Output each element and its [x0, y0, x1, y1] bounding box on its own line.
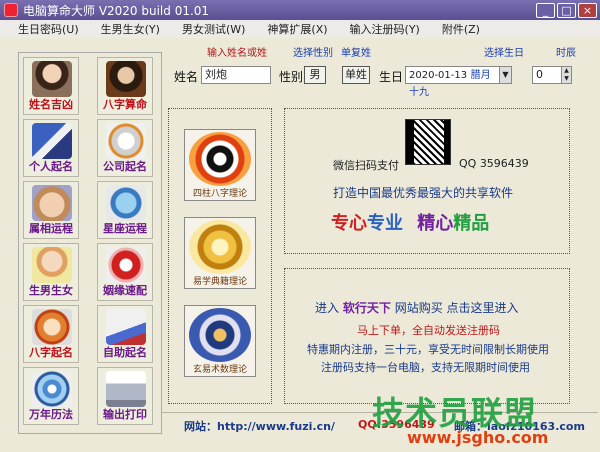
slogan: 打造中国最优秀最强大的共享软件 [333, 186, 514, 200]
cat-icon [32, 185, 72, 221]
book-pen-icon [32, 123, 72, 159]
print-output-button[interactable]: 输出打印 [97, 367, 153, 425]
function-panel: 姓名吉凶 八字算命 个人起名 公司起名 属相运程 星座运程 生男生女 姻缘速配 … [18, 52, 162, 434]
shop-brand: 软行天下 [342, 301, 391, 315]
spinner-arrows-icon[interactable]: ▲ ▼ [561, 67, 571, 83]
birthday-label: 生日 [379, 70, 404, 84]
footer-site[interactable]: 网站：http://www.fuzi.cn/ [184, 418, 335, 434]
tagline: 专心专业 精心精品 [331, 209, 489, 235]
menu-boy-girl[interactable]: 生男生女(Y) [101, 21, 160, 37]
hour-spinner[interactable]: 0 ▲ ▼ [532, 66, 572, 84]
boy-girl-button[interactable]: 生男生女 [23, 243, 79, 301]
surname-hint: 单复姓 [341, 48, 371, 59]
book-frame: 四柱八字理论 易学典籍理论 玄易术数理论 [168, 108, 272, 404]
hour-hint: 时辰 [556, 48, 576, 59]
maximize-button[interactable]: □ [557, 2, 576, 18]
menu-attachments[interactable]: 附件(Z) [442, 21, 480, 37]
birthday-picker[interactable]: 2020-01-13 腊月十九 ▼ [405, 66, 512, 98]
hour-value: 0 [536, 68, 543, 81]
self-naming-button[interactable]: 自助起名 [97, 305, 153, 363]
document-icon [106, 309, 146, 345]
horoscope-fortune-button[interactable]: 星座运程 [97, 181, 153, 239]
surname-type-button[interactable]: 单姓 [342, 66, 370, 84]
baby-icon [32, 247, 72, 283]
name-label: 姓名 [174, 70, 199, 84]
tagline-part-4: 精品 [453, 213, 490, 234]
woman-portrait-icon [32, 61, 72, 97]
birthday-hint: 选择生日 [484, 48, 524, 59]
yin-yang-moon-icon [189, 308, 251, 362]
shop-line-4: 注册码支持一台电脑，支持无限期时间使用 [321, 361, 530, 374]
menu-register[interactable]: 输入注册码(Y) [350, 21, 420, 37]
window-title: 电脑算命大师 V2020 build 01.01 [23, 3, 210, 18]
company-logo-icon [106, 123, 146, 159]
menu-couple-test[interactable]: 男女测试(W) [182, 21, 245, 37]
tagline-part-2: 专业 [367, 213, 403, 234]
compass-icon [32, 309, 72, 345]
watermark-url: www.jsgho.com [407, 428, 549, 447]
bazi-naming-button[interactable]: 八字起名 [23, 305, 79, 363]
yin-yang-fire-icon [189, 132, 251, 186]
menu-birthday-code[interactable]: 生日密码(U) [18, 21, 79, 37]
shop-line-2: 马上下单，全自动发送注册码 [357, 324, 500, 337]
shop-line-3: 特惠期内注册，三十元，享受无时间限制长期使用 [307, 343, 549, 356]
birthday-date: 2020-01-13 [409, 70, 468, 81]
app-icon [4, 3, 18, 17]
zodiac-fortune-button[interactable]: 属相运程 [23, 181, 79, 239]
gender-hint: 选择性别 [293, 48, 333, 59]
title-bar: 电脑算命大师 V2020 build 01.01 _ □ × [0, 0, 600, 20]
bazi-theory-book[interactable]: 四柱八字理论 [184, 129, 256, 201]
marriage-match-button[interactable]: 姻缘速配 [97, 243, 153, 301]
name-hint: 输入姓名或姓 [207, 48, 267, 59]
personal-naming-button[interactable]: 个人起名 [23, 119, 79, 177]
bazi-fortune-button[interactable]: 八字算命 [97, 57, 153, 115]
menu-extensions[interactable]: 神算扩展(X) [267, 21, 327, 37]
company-naming-button[interactable]: 公司起名 [97, 119, 153, 177]
gender-label: 性别 [279, 70, 304, 84]
numerology-theory-book[interactable]: 玄易术数理论 [184, 305, 256, 377]
shop-prefix: 进入 [315, 301, 340, 315]
wechat-pay-label: 微信扫码支付 [333, 159, 399, 172]
disc-icon [32, 371, 72, 407]
chevron-down-icon[interactable]: ▼ [499, 67, 511, 83]
tagline-part-1: 专心 [331, 213, 367, 234]
qr-code-icon[interactable] [405, 119, 451, 165]
close-button[interactable]: × [578, 2, 597, 18]
name-fortune-button[interactable]: 姓名吉凶 [23, 57, 79, 115]
menu-bar: 生日密码(U) 生男生女(Y) 男女测试(W) 神算扩展(X) 输入注册码(Y)… [0, 20, 600, 38]
classics-theory-book[interactable]: 易学典籍理论 [184, 217, 256, 289]
promo-frame: 微信扫码支付 QQ 3596439 打造中国最优秀最强大的共享软件 专心专业 精… [284, 108, 570, 254]
qq-number: QQ 3596439 [459, 157, 529, 170]
printer-icon [106, 371, 146, 407]
knot-icon [106, 247, 146, 283]
shop-frame[interactable]: 进入 软行天下 网站购买 点击这里进入 马上下单，全自动发送注册码 特惠期内注册… [284, 268, 570, 404]
gender-select[interactable]: 男 [304, 66, 326, 84]
shop-suffix: 网站购买 点击这里进入 [394, 301, 519, 315]
minimize-button[interactable]: _ [536, 2, 555, 18]
golden-dragon-icon [189, 220, 251, 274]
hooded-figure-icon [106, 61, 146, 97]
name-input[interactable]: 刘炮 [201, 66, 271, 84]
globe-icon [106, 185, 146, 221]
tagline-part-3: 精心 [417, 213, 454, 234]
shop-entry-line[interactable]: 进入 软行天下 网站购买 点击这里进入 [315, 299, 519, 316]
calendar-button[interactable]: 万年历法 [23, 367, 79, 425]
